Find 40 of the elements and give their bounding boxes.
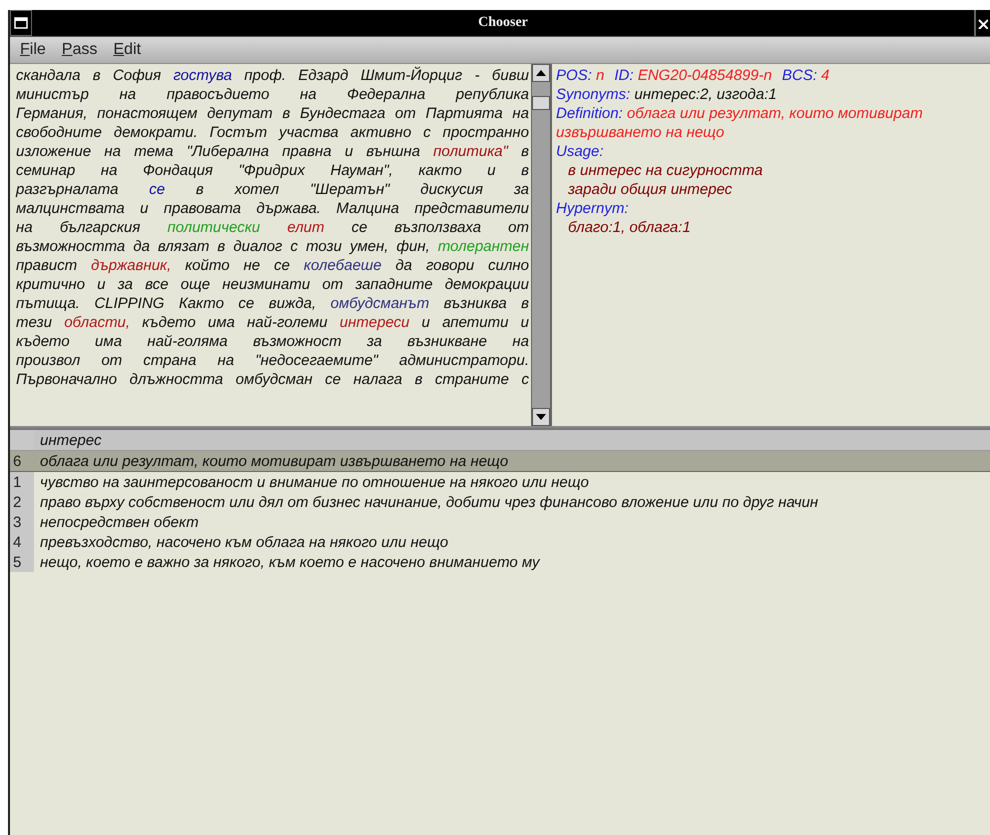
- info-field: BCS: 4: [782, 66, 830, 85]
- sense-text: чувство на заинтерсованост и внимание по отношение на някого или нещо: [39, 474, 589, 490]
- sense-text: нещо, което е важно за някого, към което е насочено вниманието му: [39, 554, 540, 570]
- sense-text: непосредствен обект: [39, 514, 199, 530]
- scrollbar[interactable]: [531, 64, 550, 426]
- row-number: 2: [10, 492, 34, 512]
- sense-row[interactable]: 2 право върху собственост или дял от бизнес начинание, добити чрез финансово вложение или по друг начин: [10, 492, 990, 512]
- row-number: 4: [10, 532, 34, 552]
- scrollbar-thumb[interactable]: [532, 96, 550, 110]
- window-menu-icon[interactable]: [10, 10, 32, 36]
- sense-row[interactable]: 6 облага или резултат, които мотивират извършването на нещо: [10, 451, 990, 472]
- row-number: 1: [10, 472, 34, 492]
- row-number: 3: [10, 512, 34, 532]
- sense-row[interactable]: 5 нещо, което е важно за някого, към което е насочено вниманието му: [10, 552, 990, 572]
- synonyms-text: Synonyms: интерес:2, изгода:1: [556, 85, 778, 104]
- window-title: Chooser: [478, 15, 528, 31]
- row-number: 5: [10, 552, 34, 572]
- usage-example: заради общия интерес: [567, 180, 734, 199]
- sense-text: превъзходство, насочено към облага на някого или нещо: [39, 534, 448, 550]
- menu-item[interactable]: Edit: [107, 41, 147, 59]
- menu-item[interactable]: Pass: [56, 41, 104, 59]
- usage-example: в интерес на сигурността: [567, 161, 764, 180]
- sense-row[interactable]: 4 превъзходство, насочено към облага на някого или нещо: [10, 532, 990, 552]
- info-field: POS: n: [556, 66, 604, 85]
- definition-text: Definition: облага или резултат, които мотивират извършването на нещо: [556, 104, 924, 142]
- hypernym-text: благо:1, облага:1: [567, 218, 692, 237]
- down-arrow-icon: [536, 414, 546, 420]
- sense-text: облага или резултат, които мотивират извършването на нещо: [39, 452, 508, 470]
- sense-row[interactable]: 3 непосредствен обект: [10, 512, 990, 532]
- article-text: скандала в София гостува проф. Едзард Шмит-Йорциг - бивш министър на правосъдието на Федерална република Германия, понастоящем депутат в Бундестага от Партията на свободните демократи. Гостът участва активно с пространно изложение на тема "Либерална правна и външна политика" в семинар на Фондация "Фридрих Науман", както и в разгърналата се в хотел "Шератън" дискусия за малцинствата и правовата държава. Малцина представители на българския политически елит се възползваха от възможността да влязат в диалог с този умен, фин, толерантен правист държавник, който не се колебаеше да говори силно критично и за все още неизминати от западните демокрации пътища. CLIPPING Както се вижда, омбудсманът възниква в тези области, където има най-големи интереси и апетити и където има най-голяма възможност за възникване на произвол от страна на "недосегаемите" администратори. Първоначално длъжността омбудсман се налага в страните с: [16, 66, 529, 389]
- scroll-down-button[interactable]: [532, 408, 550, 426]
- info-field: ID: ENG20-04854899-n: [614, 66, 772, 85]
- hypernym-label: Hypernym:: [556, 199, 630, 218]
- up-arrow-icon: [536, 70, 546, 76]
- sense-text: право върху собственост или дял от бизнес начинание, добити чрез финансово вложение или по друг начин: [39, 494, 818, 510]
- scroll-up-button[interactable]: [532, 64, 550, 82]
- menu-item[interactable]: File: [14, 41, 52, 59]
- usage-label: Usage:: [556, 142, 605, 161]
- header-text: интерес: [39, 432, 102, 448]
- sense-row[interactable]: 1 чувство на заинтерсованост и внимание по отношение на някого или нещо: [10, 472, 990, 492]
